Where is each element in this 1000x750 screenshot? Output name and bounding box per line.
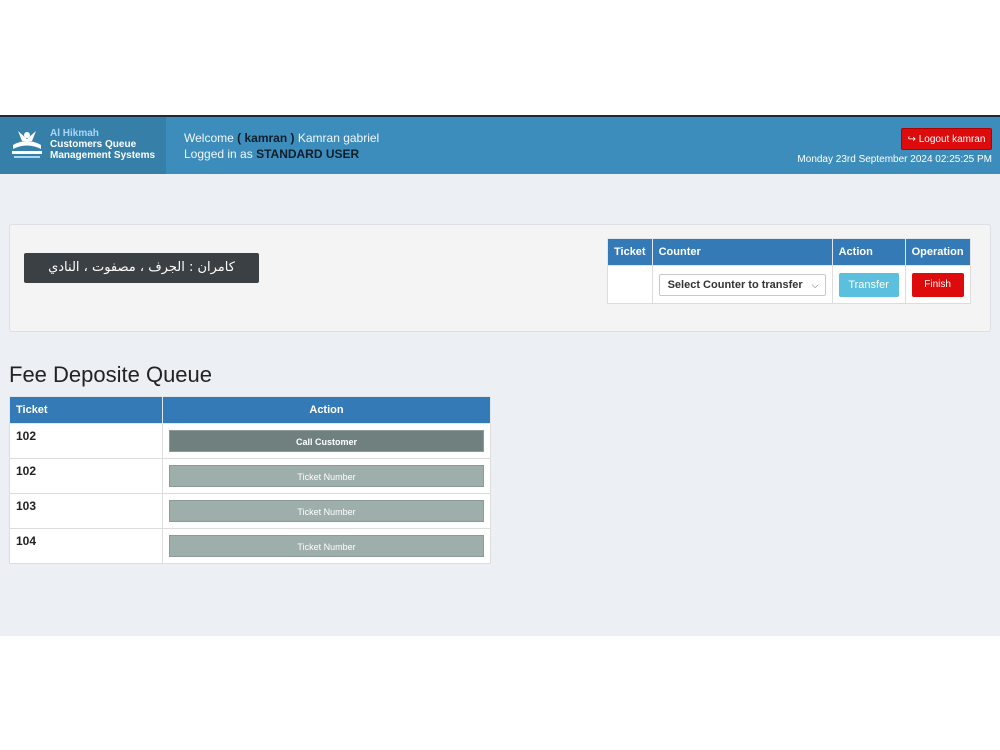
logout-button[interactable]: ↪ Logout kamran	[901, 128, 992, 150]
sign-out-icon: ↪	[907, 134, 916, 145]
action-cell: Transfer	[831, 265, 906, 304]
table-row: 103 Ticket Number	[9, 493, 491, 529]
logout-label: Logout kamran	[918, 134, 986, 145]
col-action: Action	[831, 238, 906, 266]
ticket-number: 103	[16, 499, 37, 513]
full-name: Kamran gabriel	[297, 131, 380, 145]
user-role: STANDARD USER	[256, 147, 360, 161]
customer-name-display: كامران : الجرف ، مصفوت ، النادي	[24, 253, 259, 283]
queue-title: Fee Deposite Queue	[9, 362, 213, 387]
logged-in-prefix: Logged in as	[184, 147, 253, 161]
col-ticket: Ticket	[607, 238, 653, 266]
username: ( kamran )	[237, 131, 295, 145]
table-row: 102 Ticket Number	[9, 458, 491, 494]
queue-col-action: Action	[162, 396, 491, 424]
chevron-down-icon: ⌵	[811, 279, 819, 290]
queue-col-ticket: Ticket	[9, 396, 163, 424]
ticket-number-button[interactable]: Ticket Number	[169, 535, 484, 557]
queue-table: Ticket Action 102 Call Customer 102 Tick…	[9, 396, 491, 564]
table-row: 102 Call Customer	[9, 423, 491, 459]
operation-table: Ticket Counter Action Operation Select C…	[607, 238, 971, 304]
ticket-number: 102	[16, 429, 37, 443]
main-header: Al Hikmah Customers Queue Management Sys…	[0, 117, 1000, 174]
current-datetime: Monday 23rd September 2024 02:25:25 PM	[797, 154, 992, 165]
ticket-number-button[interactable]: Ticket Number	[169, 465, 484, 487]
operation-cell: Finish	[904, 265, 971, 304]
col-counter: Counter	[651, 238, 833, 266]
welcome-info: Welcome ( kamran ) Kamran gabriel Logged…	[184, 130, 379, 162]
call-customer-button[interactable]: Call Customer	[169, 430, 484, 452]
col-operation: Operation	[904, 238, 971, 266]
brand-title: Al Hikmah Customers Queue Management Sys…	[50, 128, 155, 161]
brand-line-2: Customers Queue	[50, 139, 137, 150]
content-area: كامران : الجرف ، مصفوت ، النادي Ticket C…	[0, 174, 1000, 636]
brand-line-3: Management Systems	[50, 150, 156, 161]
brand-line-1: Al Hikmah	[50, 128, 99, 139]
current-ticket-cell	[607, 265, 653, 304]
finish-button[interactable]: Finish	[911, 272, 964, 297]
brand-logo-area[interactable]: Al Hikmah Customers Queue Management Sys…	[0, 117, 166, 174]
ticket-number: 102	[16, 464, 37, 478]
transfer-button[interactable]: Transfer	[838, 272, 899, 297]
counter-select-value: Select Counter to transfer	[667, 278, 803, 291]
table-row: 104 Ticket Number	[9, 528, 491, 564]
institution-logo-icon	[12, 131, 42, 158]
counter-cell: Select Counter to transfer ⌵	[651, 265, 833, 304]
ticket-number: 104	[16, 534, 37, 548]
current-customer-panel: كامران : الجرف ، مصفوت ، النادي Ticket C…	[9, 224, 991, 332]
ticket-number-button[interactable]: Ticket Number	[169, 500, 484, 522]
counter-select[interactable]: Select Counter to transfer ⌵	[658, 273, 826, 296]
welcome-prefix: Welcome	[184, 131, 234, 145]
